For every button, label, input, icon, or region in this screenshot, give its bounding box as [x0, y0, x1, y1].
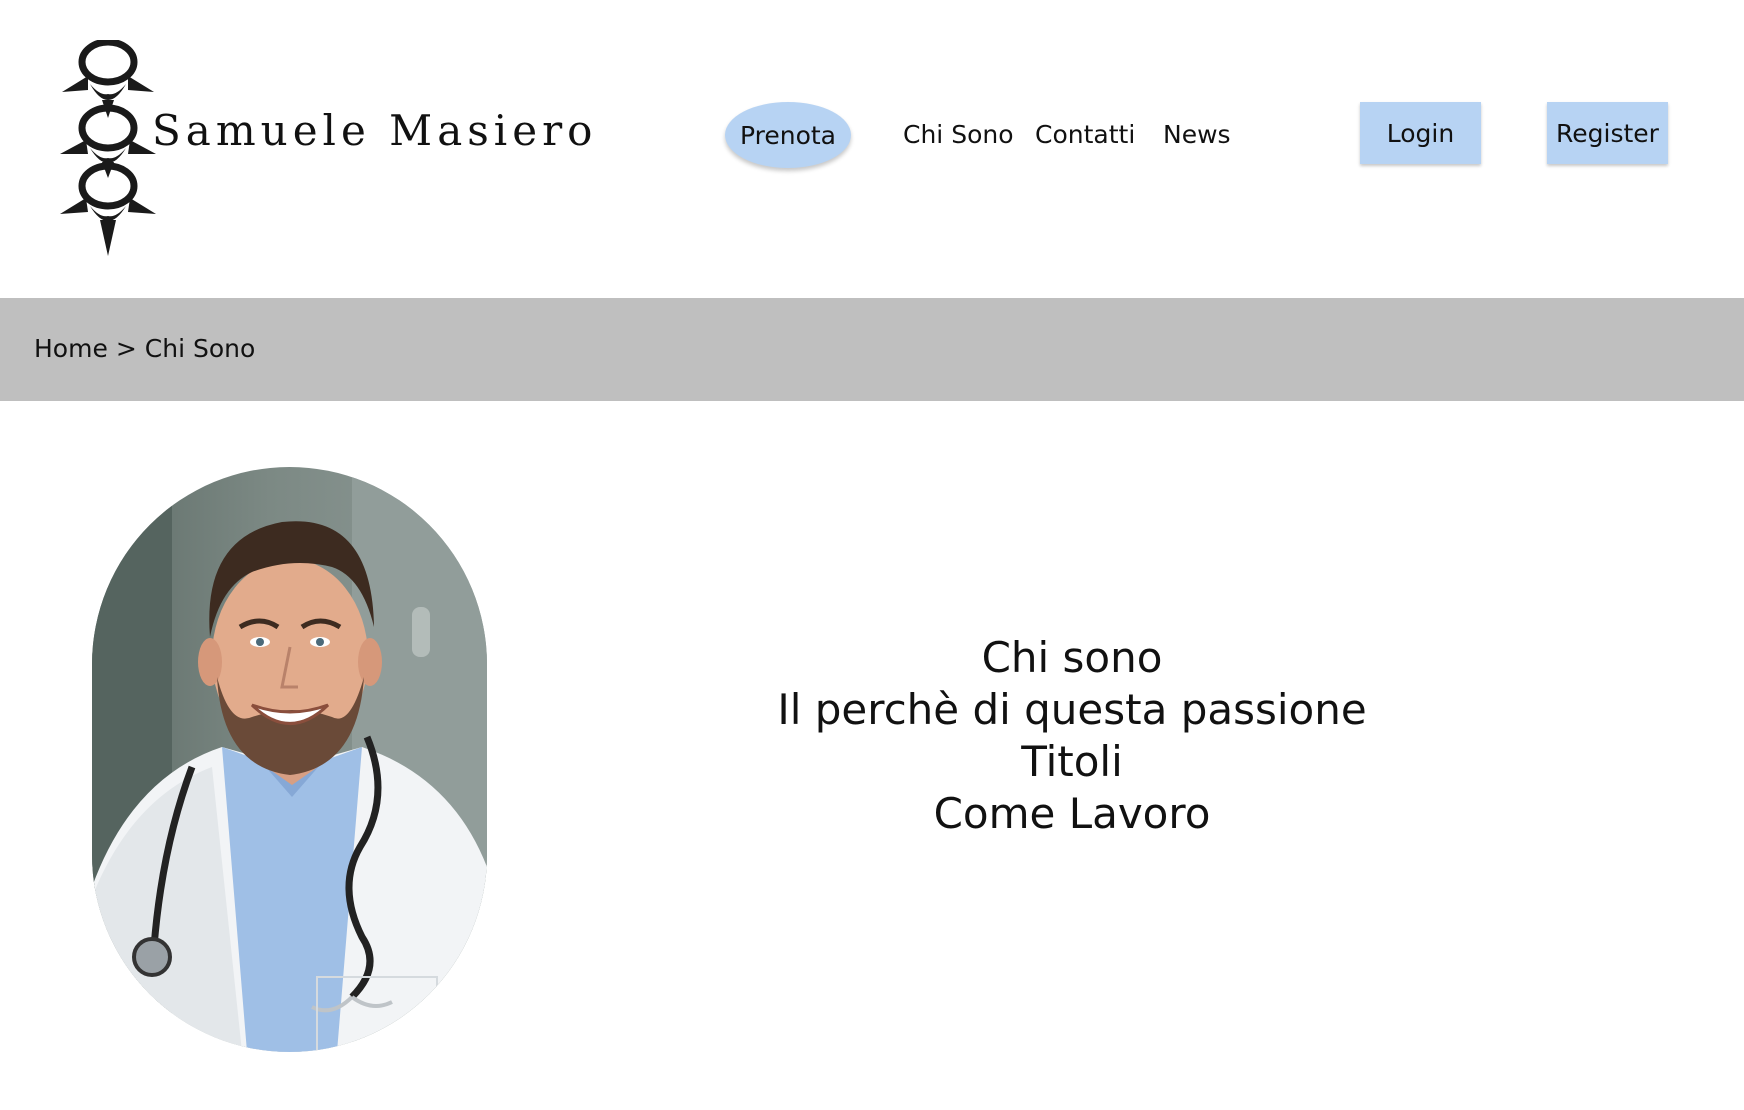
- breadcrumb-current: Chi Sono: [144, 334, 256, 363]
- login-button[interactable]: Login: [1360, 102, 1481, 164]
- doctor-portrait-image: [92, 467, 487, 1052]
- about-sections-list: Chi sono Il perchè di questa passione Ti…: [700, 632, 1444, 840]
- register-button[interactable]: Register: [1547, 102, 1668, 164]
- breadcrumb-separator: >: [115, 334, 137, 363]
- section-link-titoli[interactable]: Titoli: [700, 736, 1444, 788]
- site-header: Samuele Masiero Prenota Chi Sono Contatt…: [0, 0, 1744, 298]
- section-link-passione[interactable]: Il perchè di questa passione: [700, 684, 1444, 736]
- breadcrumb-home-link[interactable]: Home: [34, 334, 108, 363]
- page: Samuele Masiero Prenota Chi Sono Contatt…: [0, 0, 1744, 1110]
- section-link-chi-sono[interactable]: Chi sono: [700, 632, 1444, 684]
- brand-name[interactable]: Samuele Masiero: [152, 106, 597, 155]
- nav-contatti-link[interactable]: Contatti: [1035, 120, 1135, 149]
- spine-icon[interactable]: [58, 40, 158, 260]
- nav-chi-sono-link[interactable]: Chi Sono: [903, 120, 1014, 149]
- prenota-button[interactable]: Prenota: [725, 102, 851, 168]
- breadcrumb-bar: Home > Chi Sono: [0, 298, 1744, 401]
- breadcrumb: Home > Chi Sono: [34, 334, 255, 363]
- section-link-come-lavoro[interactable]: Come Lavoro: [700, 788, 1444, 840]
- doctor-portrait-illustration: [92, 467, 487, 1052]
- nav-news-link[interactable]: News: [1163, 120, 1231, 149]
